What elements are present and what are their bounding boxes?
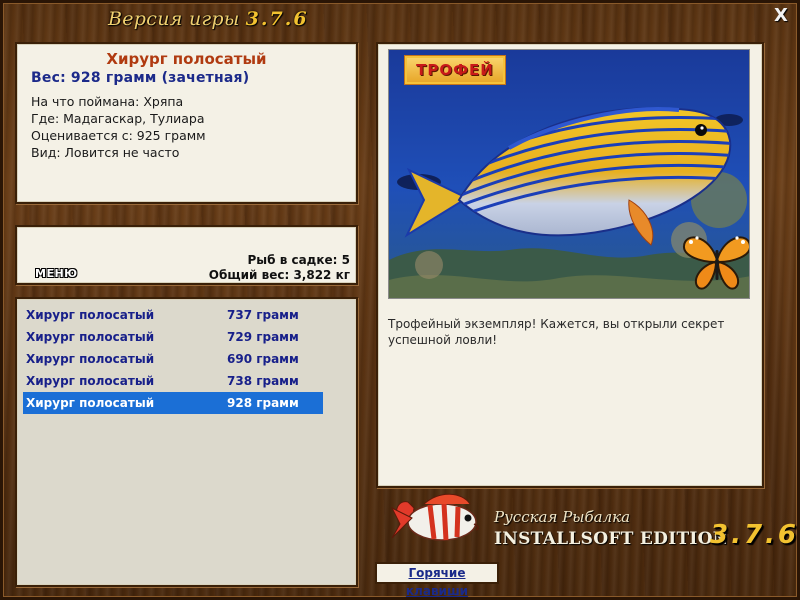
version-title-text: Версия игры — [108, 8, 240, 30]
cage-stats: Рыб в садке: 5 Общий вес: 3,822 кг — [209, 253, 350, 283]
info-rarity: Вид: Ловится не часто — [31, 145, 180, 160]
close-button[interactable]: X — [772, 6, 790, 26]
fish-name: Хирург полосатый — [106, 50, 267, 68]
catch-name: Хирург полосатый — [26, 374, 155, 388]
catch-name: Хирург полосатый — [26, 308, 155, 322]
cage-total-weight: Общий вес: 3,822 кг — [208, 268, 350, 282]
fish-info-panel: Хирург полосатый Вес: 928 грамм (зачетна… — [15, 42, 358, 204]
catch-name: Хирург полосатый — [26, 396, 155, 410]
hotkeys-button[interactable]: Горячие клавиши — [375, 562, 499, 598]
catch-weight: 737 грамм — [227, 308, 299, 322]
catch-list-item[interactable]: Хирург полосатый 738 грамм — [23, 370, 323, 392]
logo-title: Русская Рыбалка — [494, 508, 631, 526]
catch-weight: 690 грамм — [227, 352, 299, 366]
catch-weight: 738 грамм — [227, 374, 299, 388]
info-location: Где: Мадагаскар, Тулиара — [31, 111, 205, 126]
catch-list-item-selected[interactable]: Хирург полосатый 928 грамм — [23, 392, 323, 414]
info-threshold: Оценивается с: 925 грамм — [31, 128, 206, 143]
info-bait: На что поймана: Хряпа — [31, 94, 184, 109]
close-icon: X — [774, 5, 788, 26]
catch-name: Хирург полосатый — [26, 330, 155, 344]
fish-photo: ТРОФЕЙ — [388, 49, 750, 299]
butterfly-icon — [683, 236, 749, 290]
logo-version: 3.7.6 — [710, 520, 800, 550]
fish-weight: Вес: 928 грамм (зачетная) — [31, 70, 250, 86]
menu-button[interactable]: МЕНЮ — [35, 267, 78, 280]
cage-fish-count: Рыб в садке: 5 — [247, 253, 351, 267]
catch-list: Хирург полосатый 737 грамм Хирург полоса… — [15, 297, 358, 587]
striped-fish-logo-icon — [390, 493, 479, 541]
catch-weight: 928 грамм — [227, 396, 299, 410]
cage-panel: МЕНЮ Рыб в садке: 5 Общий вес: 3,822 кг — [15, 225, 358, 285]
trophy-message: Трофейный экземпляр! Кажется, вы открыли… — [388, 317, 725, 347]
version-title: Версия игры 3.7.6 — [108, 8, 309, 30]
catch-list-item[interactable]: Хирург полосатый 737 грамм — [23, 304, 323, 326]
trophy-badge: ТРОФЕЙ — [405, 56, 505, 84]
game-logo: Русская Рыбалка INSTALLSOFT EDITION 3.7.… — [390, 490, 796, 560]
logo-edition: INSTALLSOFT EDITION — [494, 529, 729, 549]
catch-weight: 729 грамм — [227, 330, 299, 344]
catch-list-item[interactable]: Хирург полосатый 690 грамм — [23, 348, 323, 370]
catch-list-item[interactable]: Хирург полосатый 729 грамм — [23, 326, 323, 348]
catch-name: Хирург полосатый — [26, 352, 155, 366]
fish-photo-panel: ТРОФЕЙ Трофейный экземпляр! Кажется, вы … — [376, 42, 764, 488]
version-number: 3.7.6 — [245, 8, 309, 30]
